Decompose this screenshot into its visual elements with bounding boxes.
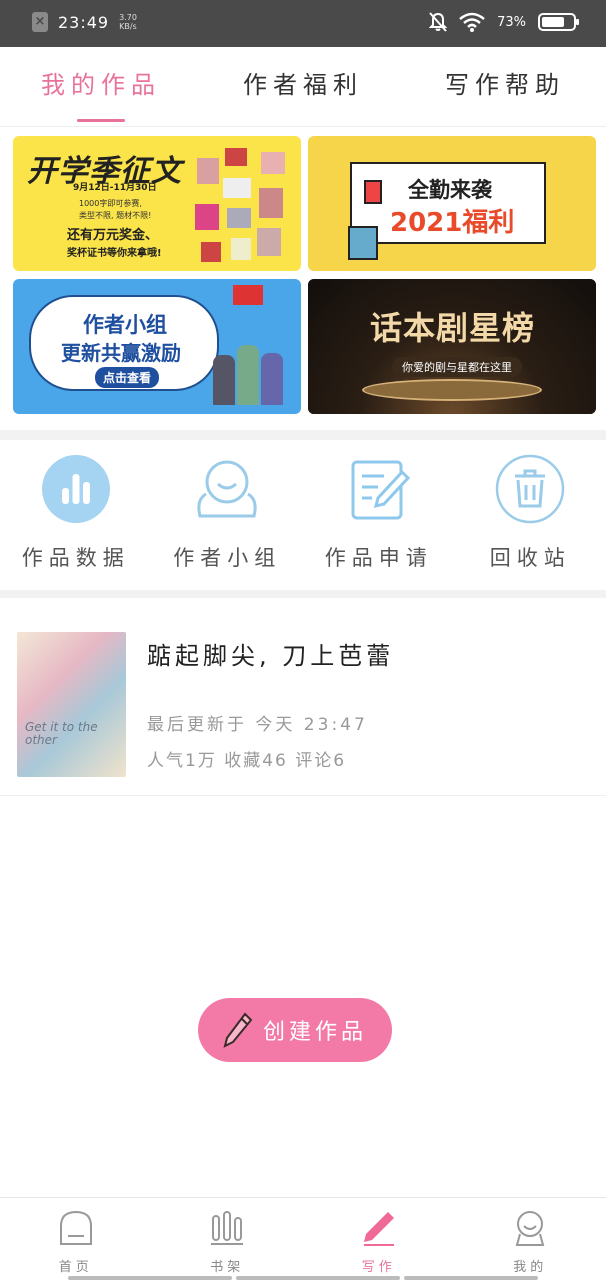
nav-label: 书架 [210,1260,245,1275]
banner-line: 作者小组 [83,313,167,337]
banner-line: 奖杯证书等你来拿哦! [67,248,162,259]
books-icon [348,226,378,260]
bell-off-icon [429,12,448,32]
edit-document-icon [351,460,410,520]
top-tabs: 我的作品 作者福利 写作帮助 [0,47,606,127]
banner-title: 话本剧星榜 [370,309,536,347]
quick-recycle-bin[interactable]: 回收站 [455,440,606,590]
notification-close-icon: × [32,12,48,32]
status-bar: × 23:49 3.70 KB/s 73% [0,0,606,47]
banner-sub: 你爱的剧与星都在这里 [392,357,522,377]
work-updated: 最后更新于 今天 23:47 [147,715,368,735]
banner-line: 还有万元奖金、 [67,228,159,243]
pencil-icon [223,1012,253,1048]
banner-full-attendance-2021[interactable]: 全勤来袭 2021福利 [308,136,596,271]
tab-writing-help[interactable]: 写作帮助 [404,47,606,126]
quick-label: 作者小组 [173,546,282,570]
banner-line: 更新共赢激励 [61,341,181,365]
trash-icon [496,454,565,524]
stage-icon [362,379,542,401]
nav-label: 我的 [513,1260,548,1275]
quick-work-application[interactable]: 作品申请 [303,440,455,590]
speed-value: 3.70 [119,13,137,22]
banner-author-group[interactable]: 作者小组 更新共赢激励 点击查看 [13,279,301,414]
gesture-bar [68,1276,538,1280]
speed-unit: KB/s [119,22,137,31]
section-divider [0,590,606,598]
group-icon [197,460,257,518]
work-list-item[interactable]: Get it to the other 踮起脚尖, 刀上芭蕾 最后更新于 今天 … [0,598,606,796]
home-icon [59,1210,92,1245]
banner-date: 9月12日-11月30日 [73,183,157,193]
fries-icon [364,180,382,204]
banner-line: 全勤来袭 [408,178,492,202]
nav-mine[interactable]: 我的 [455,1198,606,1280]
status-left: × 23:49 3.70 KB/s [32,12,137,32]
battery-percent: 73% [497,14,526,30]
nav-write[interactable]: 写作 [303,1198,455,1280]
quick-author-group[interactable]: 作者小组 [152,440,304,590]
status-right: 73% [429,12,579,32]
nav-label: 首页 [58,1260,93,1275]
nav-label: 写作 [361,1260,396,1275]
bottom-nav: 首页 书架 写作 我的 [0,1197,606,1280]
work-title[interactable]: 踮起脚尖, 刀上芭蕾 [147,636,394,671]
create-work-button[interactable]: 创建作品 [198,998,392,1062]
wifi-icon [459,12,485,32]
banner-view-button[interactable]: 点击查看 [95,367,160,388]
bar-chart-icon [41,455,110,523]
section-divider [0,430,606,440]
banner-line: 类型不限, 题材不限! [79,211,152,220]
profile-icon [515,1211,545,1246]
work-stats: 人气1万 收藏46 评论6 [147,751,347,771]
nav-bookshelf[interactable]: 书架 [152,1198,304,1280]
status-time: 23:49 [58,12,110,32]
nav-home[interactable]: 首页 [0,1198,152,1280]
cover-text: Get it to the other [25,720,98,747]
quick-label: 作品申请 [324,546,433,570]
banner-line: 1000字即可参赛, [79,199,142,208]
flag-icon [233,285,263,305]
banner-back-to-school-contest[interactable]: 开学季征文 9月12日-11月30日 1000字即可参赛, 类型不限, 题材不限… [13,136,301,271]
photo-collage [191,144,295,264]
quick-work-data[interactable]: 作品数据 [0,440,152,590]
banner-grid: 开学季征文 9月12日-11月30日 1000字即可参赛, 类型不限, 题材不限… [0,127,606,430]
banner-drama-star-ranking[interactable]: 话本剧星榜 你爱的剧与星都在这里 [308,279,596,414]
network-speed: 3.70 KB/s [119,13,137,31]
tab-my-works[interactable]: 我的作品 [0,47,202,126]
quick-label: 回收站 [489,546,571,570]
work-cover-image[interactable]: Get it to the other [17,632,126,777]
quick-actions: 作品数据 作者小组 作品申请 回收站 [0,440,606,590]
tab-author-benefits[interactable]: 作者福利 [202,47,404,126]
battery-icon [538,13,579,31]
banner-line: 2021福利 [390,208,515,238]
people-illustration [209,325,291,409]
create-work-label: 创建作品 [262,1020,367,1045]
quick-label: 作品数据 [21,546,130,570]
pen-icon [363,1212,394,1246]
bookshelf-icon [211,1211,244,1245]
